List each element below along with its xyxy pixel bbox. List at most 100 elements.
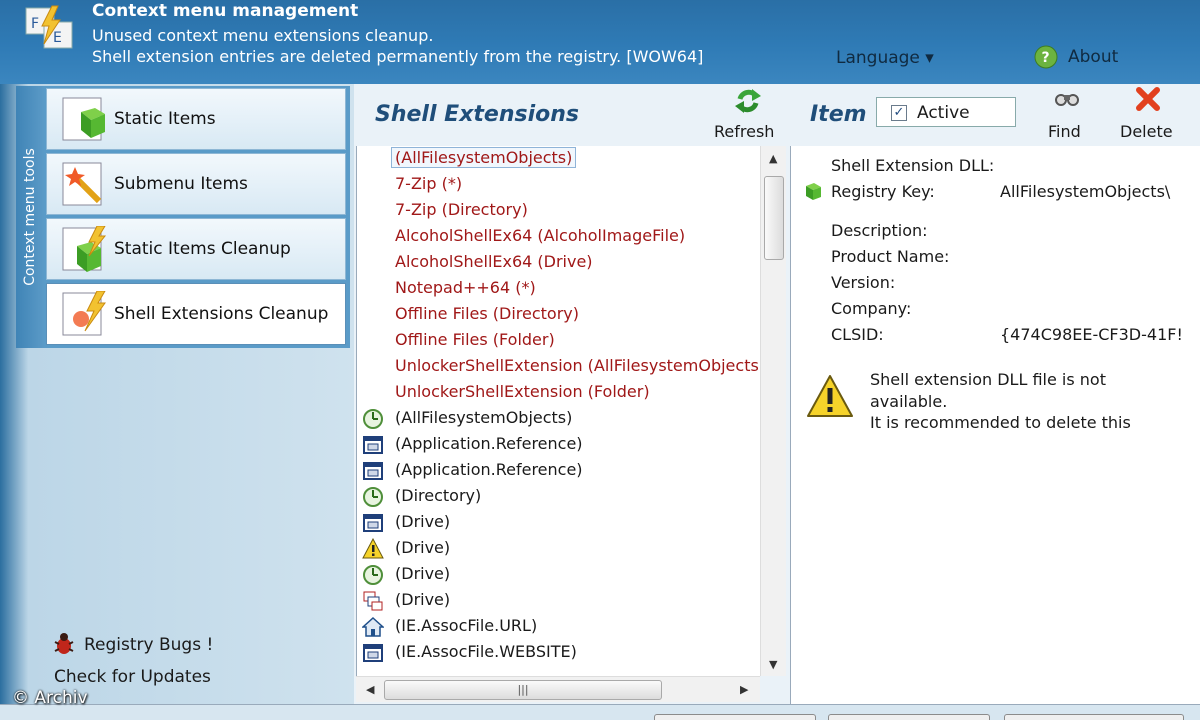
binoculars-icon[interactable]: [1054, 87, 1080, 109]
scroll-thumb[interactable]: |||: [384, 680, 662, 700]
nav-static-items-cleanup[interactable]: Static Items Cleanup: [46, 218, 346, 280]
prop-label-clsid: CLSID:: [831, 325, 884, 344]
list-item-label: 7-Zip (Directory): [395, 200, 528, 219]
list-item-label: (AllFilesystemObjects): [395, 408, 573, 427]
list-item-label: (Directory): [395, 486, 482, 505]
list-item[interactable]: Offline Files (Folder): [357, 328, 760, 354]
scroll-up-arrow[interactable]: ▲: [769, 152, 777, 165]
prop-label-registry-key: Registry Key:: [831, 182, 935, 201]
list-item[interactable]: (Application.Reference): [357, 458, 760, 484]
app-header: F E Context menu management Unused conte…: [0, 0, 1200, 84]
warning-message-line: available.: [870, 392, 948, 411]
copyright-watermark: © Archiv: [12, 688, 88, 708]
prop-label-company: Company:: [831, 299, 912, 318]
list-item-label: UnlockerShellExtension (Folder): [395, 382, 650, 401]
warning-message-line: It is recommended to delete this: [870, 413, 1131, 432]
lightning-icon: [62, 291, 106, 336]
svg-text:?: ?: [1042, 50, 1050, 66]
refresh-button[interactable]: Refresh: [714, 122, 774, 141]
list-item[interactable]: AlcoholShellEx64 (Drive): [357, 250, 760, 276]
cube-lightning-icon: [62, 226, 107, 272]
delete-button[interactable]: Delete: [1120, 122, 1173, 141]
list-item-label: UnlockerShellExtension (AllFilesystemObj…: [395, 356, 760, 375]
nav-shell-extensions-cleanup[interactable]: Shell Extensions Cleanup: [46, 283, 346, 345]
refresh-icon[interactable]: [734, 87, 762, 115]
bottom-button[interactable]: [1004, 714, 1184, 720]
list-item-label: 7-Zip (*): [395, 174, 463, 193]
scroll-right-arrow[interactable]: ▶: [740, 683, 748, 696]
list-item[interactable]: 7-Zip (Directory): [357, 198, 760, 224]
prop-value-clsid: {474C98EE-CF3D-41F!: [1000, 325, 1183, 344]
list-item[interactable]: UnlockerShellExtension (Folder): [357, 380, 760, 406]
shell-extensions-list[interactable]: (AllFilesystemObjects) 7-Zip (*) 7-Zip (Di…: [356, 146, 760, 676]
list-item[interactable]: 7-Zip (*): [357, 172, 760, 198]
list-item-label: (Drive): [395, 538, 451, 557]
bottom-button[interactable]: [828, 714, 990, 720]
list-item[interactable]: (Drive): [357, 510, 760, 536]
header-subtitle-warning: Shell extension entries are deleted perm…: [92, 47, 704, 66]
list-item-label: (Drive): [395, 590, 451, 609]
list-vertical-scrollbar[interactable]: ▲ ▼: [760, 146, 786, 676]
window-icon: [362, 460, 384, 482]
list-item[interactable]: (IE.AssocFile.WEBSITE): [357, 640, 760, 666]
registry-bugs-link[interactable]: Registry Bugs !: [84, 635, 213, 655]
nav-submenu-items[interactable]: Submenu Items: [46, 153, 346, 215]
delete-icon[interactable]: [1134, 85, 1162, 113]
bottom-button[interactable]: [654, 714, 816, 720]
scroll-thumb[interactable]: [764, 176, 784, 260]
nav-label: Static Items: [114, 109, 216, 129]
list-item[interactable]: (Directory): [357, 484, 760, 510]
wand-icon: [62, 162, 102, 206]
app-logo-icon: F E: [25, 5, 73, 49]
shell-extensions-title: Shell Extensions: [375, 102, 579, 127]
prop-value-registry-key: AllFilesystemObjects\: [1000, 182, 1171, 201]
list-item[interactable]: (AllFilesystemObjects): [357, 146, 760, 172]
prop-label-product-name: Product Name:: [831, 247, 950, 266]
sidebar-tab[interactable]: Context menu tools: [16, 86, 44, 348]
check-updates-link[interactable]: Check for Updates: [54, 667, 211, 687]
list-item[interactable]: (Drive): [357, 562, 760, 588]
cube-icon: [62, 97, 105, 141]
windows-stack-icon: [362, 590, 384, 612]
list-item-label: (Drive): [395, 512, 451, 531]
list-item[interactable]: (AllFilesystemObjects): [357, 406, 760, 432]
warning-icon: [362, 537, 384, 560]
prop-label-version: Version:: [831, 273, 896, 292]
active-checkbox[interactable]: ✓: [891, 105, 907, 121]
list-item-label: AlcoholShellEx64 (AlcoholImageFile): [395, 226, 686, 245]
tools-nav: Static Items Submenu Items Static Items …: [44, 86, 350, 348]
warning-message-line: Shell extension DLL file is not: [870, 370, 1106, 389]
list-item-label: (Drive): [395, 564, 451, 583]
list-item[interactable]: (Application.Reference): [357, 432, 760, 458]
list-horizontal-scrollbar[interactable]: ◀ ||| ▶: [356, 676, 760, 702]
nav-static-items[interactable]: Static Items: [46, 88, 346, 150]
list-item-label: (Application.Reference): [395, 434, 583, 453]
scroll-left-arrow[interactable]: ◀: [366, 683, 374, 696]
list-item-label: (Application.Reference): [395, 460, 583, 479]
house-icon: [361, 616, 385, 638]
header-title: Context menu management: [92, 1, 359, 21]
nav-label: Submenu Items: [114, 174, 248, 194]
help-icon[interactable]: ?: [1034, 45, 1058, 69]
list-item[interactable]: Offline Files (Directory): [357, 302, 760, 328]
about-link[interactable]: About: [1068, 47, 1118, 67]
list-item[interactable]: AlcoholShellEx64 (AlcoholImageFile): [357, 224, 760, 250]
item-details-title: Item Details: [810, 102, 870, 127]
scroll-down-arrow[interactable]: ▼: [769, 658, 777, 671]
language-menu[interactable]: Language ▾: [836, 48, 934, 68]
clock-icon: [362, 408, 384, 430]
list-item[interactable]: UnlockerShellExtension (AllFilesystemObj…: [357, 354, 760, 380]
svg-text:E: E: [53, 30, 62, 46]
list-item-label: Notepad++64 (*): [395, 278, 536, 297]
list-item[interactable]: (Drive): [357, 588, 760, 614]
list-item-label: AlcoholShellEx64 (Drive): [395, 252, 593, 271]
prop-label-shell-extension-dll: Shell Extension DLL:: [831, 156, 995, 175]
list-item[interactable]: (IE.AssocFile.URL): [357, 614, 760, 640]
nav-label: Shell Extensions Cleanup: [114, 304, 329, 324]
bug-icon[interactable]: [52, 632, 76, 656]
list-item[interactable]: (Drive): [357, 536, 760, 562]
active-toggle[interactable]: ✓ Active: [876, 97, 1016, 127]
list-item[interactable]: Notepad++64 (*): [357, 276, 760, 302]
prop-label-description: Description:: [831, 221, 928, 240]
find-button[interactable]: Find: [1048, 122, 1081, 141]
